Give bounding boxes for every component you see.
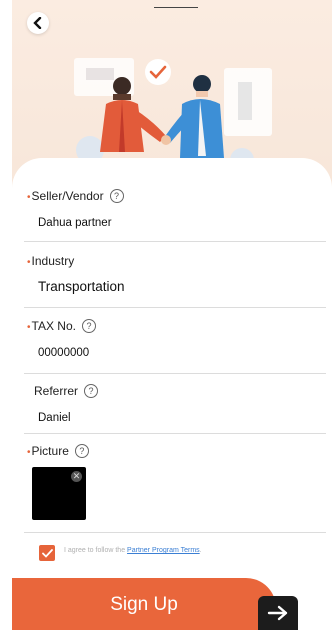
picture-label: Picture [31, 444, 69, 458]
tax-value[interactable]: 00000000 [38, 347, 89, 359]
help-icon[interactable]: ? [81, 319, 96, 333]
next-button[interactable] [258, 596, 298, 630]
chevron-left-icon [33, 17, 42, 29]
picture-thumbnail[interactable]: ✕ [32, 467, 86, 520]
help-icon[interactable]: ? [109, 189, 124, 203]
help-icon[interactable]: ? [74, 444, 89, 458]
required-asterisk: • [27, 322, 31, 333]
back-button[interactable] [27, 12, 49, 34]
arrow-right-icon [267, 605, 288, 621]
agree-text: I agree to follow the Partner Program Te… [64, 547, 202, 554]
industry-label: Industry [31, 254, 75, 268]
agree-checkbox[interactable] [39, 545, 55, 561]
required-asterisk: • [27, 447, 31, 458]
tax-label: TAX No. [31, 319, 76, 333]
referrer-value[interactable]: Daniel [38, 412, 71, 424]
referrer-label: Referrer [34, 384, 79, 398]
divider [24, 307, 326, 308]
seller-label: Seller/Vendor [31, 189, 104, 203]
required-asterisk: • [27, 192, 31, 203]
industry-value[interactable]: Transportation [38, 279, 125, 294]
seller-field[interactable]: •Seller/Vendor ? Dahua partner [24, 182, 326, 242]
divider [24, 373, 326, 374]
sign-up-button[interactable]: Sign Up [12, 578, 276, 630]
check-icon [41, 548, 53, 558]
divider [24, 241, 326, 242]
industry-field[interactable]: •Industry Transportation [24, 250, 326, 308]
partner-terms-link[interactable]: Partner Program Terms [127, 547, 200, 554]
tax-field[interactable]: •TAX No. ? 00000000 [24, 316, 326, 374]
divider [24, 433, 326, 434]
close-icon[interactable]: ✕ [71, 471, 82, 482]
required-asterisk: • [27, 257, 31, 268]
help-icon[interactable]: ? [84, 384, 99, 398]
sign-up-screen: •Seller/Vendor ? Dahua partner •Industry… [12, 0, 332, 630]
referrer-field[interactable]: Referrer ? Daniel [24, 381, 326, 434]
sign-up-label: Sign Up [110, 594, 178, 615]
seller-value[interactable]: Dahua partner [38, 217, 112, 229]
divider [24, 532, 326, 533]
